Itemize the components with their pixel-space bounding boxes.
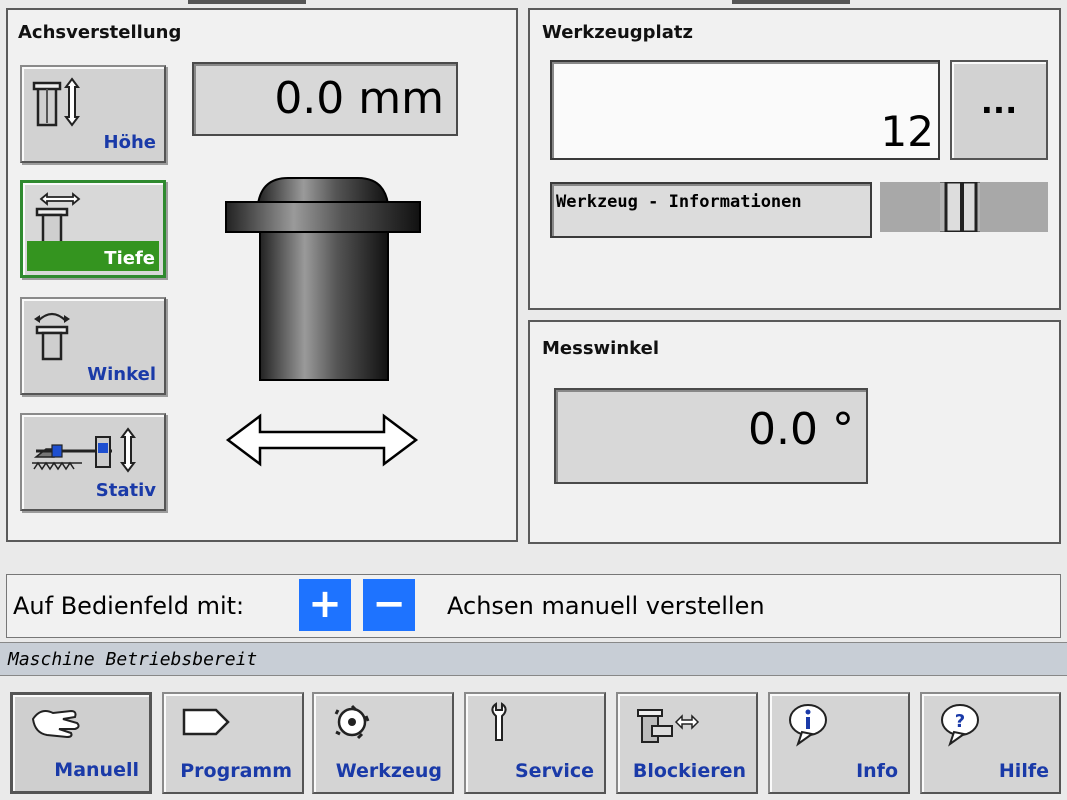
angle-value-display: 0.0 °: [554, 388, 868, 484]
double-arrow-icon: [225, 413, 419, 467]
top-bar-left: [188, 0, 306, 4]
axis-button-label: Stativ: [95, 480, 156, 501]
wrench-icon: [491, 702, 507, 741]
block-icon: [637, 709, 700, 743]
status-bar: Maschine Betriebsbereit: [0, 642, 1067, 676]
tool-illustration: [225, 177, 421, 381]
program-icon: [182, 708, 230, 736]
toolbar-button-manuell[interactable]: Manuell: [10, 692, 152, 794]
axis-button-winkel[interactable]: Winkel: [20, 297, 166, 395]
tool-info-button[interactable]: Werkzeug - Informationen: [550, 182, 872, 238]
tool-place-panel: Werkzeugplatz 12 ... Werkzeug - Informat…: [528, 8, 1061, 310]
toolbar-button-blockieren[interactable]: Blockieren: [616, 692, 758, 794]
hand-icon: [31, 709, 80, 739]
angle-panel: Messwinkel 0.0 °: [528, 320, 1061, 544]
toolbar-button-hilfe[interactable]: ? Hilfe: [920, 692, 1061, 794]
tool-place-number: 12: [880, 107, 934, 156]
toolbar-button-werkzeug[interactable]: Werkzeug: [312, 692, 454, 794]
tool-texture-icon: [880, 182, 1048, 232]
toolbar-button-service[interactable]: Service: [464, 692, 606, 794]
info-icon: [789, 704, 827, 747]
instruction-prefix: Auf Bedienfeld mit:: [13, 592, 245, 620]
tool-place-title: Werkzeugplatz: [542, 22, 693, 43]
tool-place-field[interactable]: 12: [550, 60, 940, 160]
plus-label: +: [308, 581, 342, 627]
toolbar-label: Hilfe: [998, 760, 1049, 782]
depth-axis-icon: [35, 192, 81, 245]
instruction-bar: Auf Bedienfeld mit: + − Achsen manuell v…: [6, 574, 1061, 638]
minus-label: −: [372, 581, 406, 627]
axis-value-display: 0.0 mm: [192, 62, 458, 136]
axis-button-tiefe[interactable]: Tiefe: [20, 180, 166, 278]
help-icon: ?: [941, 704, 979, 747]
angle-panel-title: Messwinkel: [542, 338, 660, 359]
axis-value-text: 0.0 mm: [274, 73, 444, 124]
axis-panel: Achsverstellung Höhe Tiefe Winkel Stativ…: [6, 8, 518, 542]
axis-button-label: Winkel: [87, 364, 156, 385]
height-axis-icon: [32, 77, 80, 127]
svg-text:?: ?: [955, 711, 965, 732]
angle-axis-icon: [34, 312, 70, 361]
toolbar-label: Info: [856, 760, 898, 782]
toolbar-button-info[interactable]: Info: [768, 692, 910, 794]
plus-button[interactable]: +: [299, 579, 351, 631]
tool-browse-button[interactable]: ...: [950, 60, 1048, 160]
toolbar-button-programm[interactable]: Programm: [162, 692, 304, 794]
axis-panel-title: Achsverstellung: [18, 22, 182, 43]
status-text: Maschine Betriebsbereit: [8, 649, 258, 670]
axis-button-label: Höhe: [103, 132, 156, 153]
cutter-icon: [334, 704, 370, 740]
toolbar-label: Service: [515, 760, 594, 782]
minus-button[interactable]: −: [363, 579, 415, 631]
tool-info-label: Werkzeug - Informationen: [556, 192, 802, 212]
axis-button-hoehe[interactable]: Höhe: [20, 65, 166, 163]
browse-label: ...: [980, 83, 1018, 121]
toolbar-label: Blockieren: [632, 760, 746, 782]
top-bar-right: [732, 0, 850, 4]
toolbar-label: Programm: [180, 760, 292, 782]
angle-value-text: 0.0 °: [748, 404, 854, 455]
toolbar-label: Werkzeug: [335, 760, 442, 782]
axis-button-stativ[interactable]: Stativ: [20, 413, 166, 511]
instruction-suffix: Achsen manuell verstellen: [447, 592, 765, 620]
axis-button-label: Tiefe: [104, 248, 155, 269]
toolbar-label: Manuell: [54, 759, 139, 781]
stand-axis-icon: [32, 427, 136, 473]
